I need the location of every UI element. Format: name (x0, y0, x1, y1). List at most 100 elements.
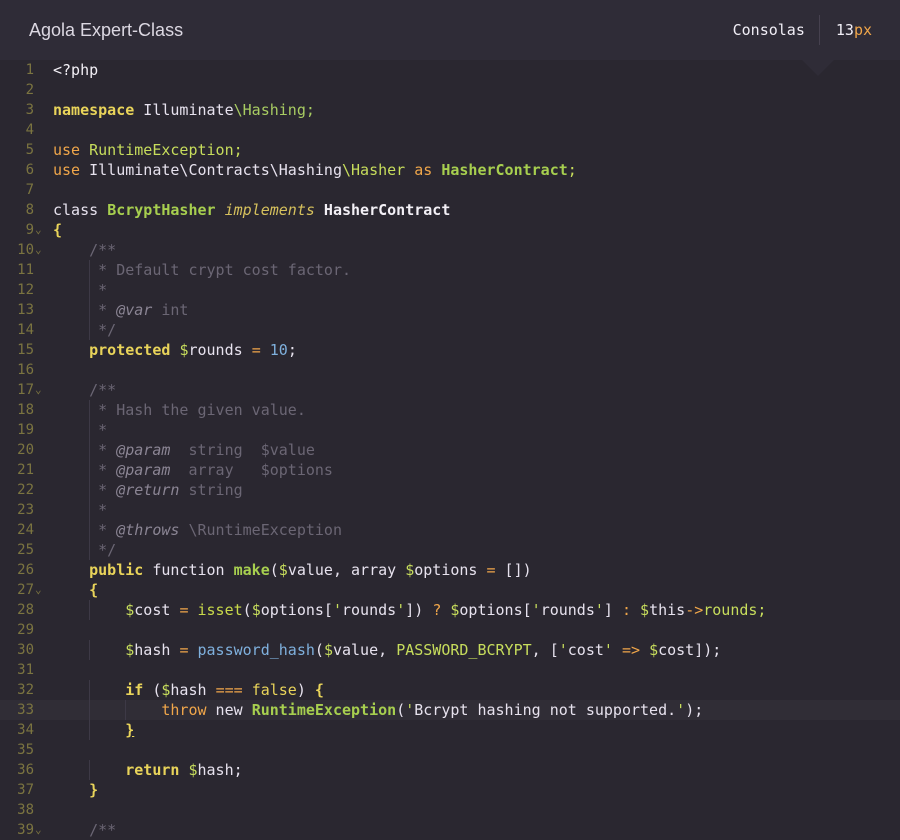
indent-guide (89, 260, 91, 280)
code-editor[interactable]: 1 <?php 2 3 namespace Illuminate\Hashing; 4 5 u… (0, 60, 900, 840)
code-text: * Default crypt cost factor. (53, 261, 352, 279)
fold-chevron-icon[interactable]: ⌄ (35, 220, 42, 240)
code-text: { (53, 581, 99, 599)
line-number: 39 (17, 822, 34, 838)
code-line[interactable]: 3 namespace Illuminate\Hashing; (0, 100, 900, 120)
code-line[interactable]: 38 (0, 800, 900, 820)
line-number: 37 (17, 782, 34, 798)
code-text: /** (53, 821, 117, 839)
line-number: 30 (17, 642, 34, 658)
fold-chevron-icon[interactable]: ⌄ (35, 240, 42, 260)
indent-guide (89, 320, 91, 340)
code-line[interactable]: 11 * Default crypt cost factor. (0, 260, 900, 280)
code-line[interactable]: 18 * Hash the given value. (0, 400, 900, 420)
line-number: 1 (25, 62, 34, 78)
code-line[interactable]: 15 protected $rounds = 10; (0, 340, 900, 360)
line-number: 3 (25, 102, 34, 118)
code-line[interactable]: 10 ⌄ /** (0, 240, 900, 260)
line-number: 36 (17, 762, 34, 778)
header-bar: Agola Expert-Class Consolas 13px (0, 0, 900, 76)
code-line[interactable]: 34 } (0, 720, 900, 740)
code-line[interactable]: 23 * (0, 500, 900, 520)
line-number: 32 (17, 682, 34, 698)
line-number: 4 (25, 122, 34, 138)
line-number: 35 (17, 742, 34, 758)
code-text: * (53, 501, 108, 519)
code-line[interactable]: 21 * @param array $options (0, 460, 900, 480)
code-line[interactable]: 9 ⌄ { (0, 220, 900, 240)
code-line[interactable]: 25 */ (0, 540, 900, 560)
code-text: * (53, 281, 108, 299)
line-number: 33 (17, 702, 34, 718)
indent-guide (89, 640, 91, 660)
indent-guide (89, 420, 91, 440)
fold-chevron-icon[interactable]: ⌄ (35, 380, 42, 400)
line-number: 2 (25, 82, 34, 98)
code-line[interactable]: 29 (0, 620, 900, 640)
code-line[interactable]: 8 class BcryptHasher implements HasherCon… (0, 200, 900, 220)
code-line[interactable]: 32 if ($hash === false) { (0, 680, 900, 700)
code-line[interactable]: 39 ⌄ /** (0, 820, 900, 840)
code-line[interactable]: 33 throw new RuntimeException('Bcrypt ha… (0, 700, 900, 720)
code-line[interactable]: 1 <?php (0, 60, 900, 80)
line-number: 17 (17, 382, 34, 398)
code-line[interactable]: 16 (0, 360, 900, 380)
indent-guide (125, 700, 127, 720)
code-line[interactable]: 7 (0, 180, 900, 200)
code-line[interactable]: 22 * @return string (0, 480, 900, 500)
code-text: { (53, 221, 63, 239)
fold-chevron-icon[interactable]: ⌄ (35, 820, 42, 840)
line-number: 6 (25, 162, 34, 178)
code-line[interactable]: 6 use Illuminate\Contracts\Hashing\Hasher… (0, 160, 900, 180)
font-family-selector[interactable]: Consolas (733, 15, 820, 45)
dropdown-pointer-icon (802, 60, 834, 76)
code-text: protected $rounds = 10; (89, 341, 297, 359)
theme-title: Agola Expert-Class (29, 19, 184, 40)
line-number: 19 (17, 422, 34, 438)
code-text: * @return string (53, 481, 243, 499)
code-text: $cost = isset($options['rounds']) ? $opt… (125, 601, 767, 619)
code-line[interactable]: 17 ⌄ /** (0, 380, 900, 400)
line-number: 20 (17, 442, 34, 458)
code-line[interactable]: 14 */ (0, 320, 900, 340)
font-size-value: 13 (835, 21, 854, 39)
indent-guide (89, 680, 91, 700)
line-number: 26 (17, 562, 34, 578)
code-line[interactable]: 5 use RuntimeException; (0, 140, 900, 160)
indent-guide (89, 480, 91, 500)
line-number: 27 (17, 582, 34, 598)
code-line[interactable]: 13 * @var int (0, 300, 900, 320)
code-text: use Illuminate\Contracts\Hashing\Hasher … (53, 161, 577, 179)
code-line[interactable]: 31 (0, 660, 900, 680)
code-text: /** (53, 241, 117, 259)
font-size-unit: px (853, 21, 872, 39)
code-line[interactable]: 24 * @throws \RuntimeException (0, 520, 900, 540)
code-line[interactable]: 36 return $hash; (0, 760, 900, 780)
indent-guide (89, 700, 91, 720)
code-line[interactable]: 12 * (0, 280, 900, 300)
indent-guide (89, 600, 91, 620)
line-number: 14 (17, 322, 34, 338)
line-number: 11 (17, 262, 34, 278)
code-line[interactable]: 27 ⌄ { (0, 580, 900, 600)
code-line[interactable]: 19 * (0, 420, 900, 440)
code-line[interactable]: 20 * @param string $value (0, 440, 900, 460)
code-text: /** (53, 381, 117, 399)
code-line[interactable]: 30 $hash = password_hash($value, PASSWOR… (0, 640, 900, 660)
code-line[interactable]: 4 (0, 120, 900, 140)
line-number: 8 (25, 202, 34, 218)
indent-guide (89, 500, 91, 520)
code-text: use RuntimeException; (53, 141, 243, 159)
code-text: class BcryptHasher implements HasherCont… (53, 201, 451, 219)
code-line[interactable]: 35 (0, 740, 900, 760)
font-size-selector[interactable]: 13px (820, 21, 900, 39)
line-number: 29 (17, 622, 34, 638)
line-number: 25 (17, 542, 34, 558)
code-line[interactable]: 2 (0, 80, 900, 100)
line-number: 10 (17, 242, 34, 258)
code-line[interactable]: 26 public function make($value, array $o… (0, 560, 900, 580)
code-line[interactable]: 37 } (0, 780, 900, 800)
fold-chevron-icon[interactable]: ⌄ (35, 580, 42, 600)
code-line[interactable]: 28 $cost = isset($options['rounds']) ? $… (0, 600, 900, 620)
code-text: return $hash; (125, 761, 243, 779)
